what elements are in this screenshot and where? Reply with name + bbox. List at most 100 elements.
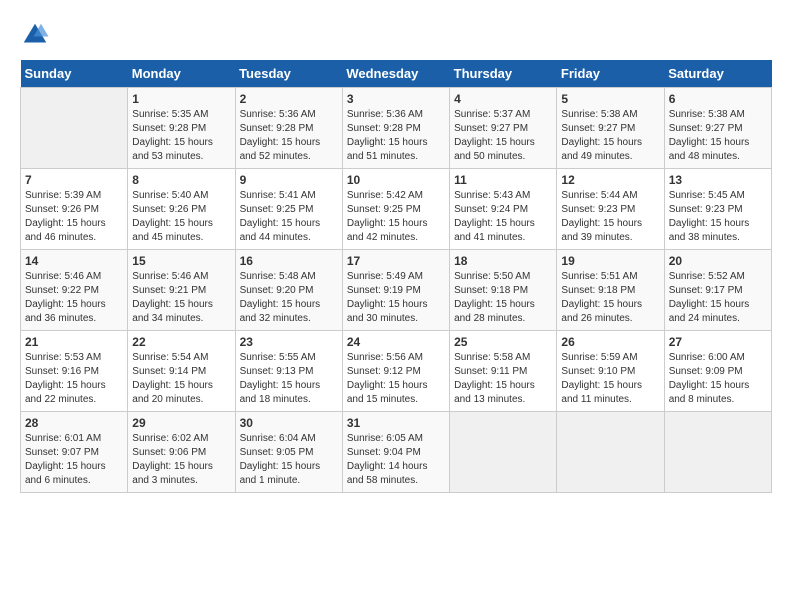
calendar-cell: 15 Sunrise: 5:46 AMSunset: 9:21 PMDaylig… — [128, 250, 235, 331]
day-number: 31 — [347, 416, 445, 430]
day-number: 22 — [132, 335, 230, 349]
day-info: Sunrise: 5:44 AMSunset: 9:23 PMDaylight:… — [561, 189, 659, 245]
calendar-cell: 12 Sunrise: 5:44 AMSunset: 9:23 PMDaylig… — [557, 169, 664, 250]
day-info: Sunrise: 5:46 AMSunset: 9:22 PMDaylight:… — [25, 270, 123, 326]
day-number: 8 — [132, 173, 230, 187]
calendar-cell: 26 Sunrise: 5:59 AMSunset: 9:10 PMDaylig… — [557, 331, 664, 412]
logo — [20, 20, 54, 50]
day-number: 1 — [132, 92, 230, 106]
day-number: 10 — [347, 173, 445, 187]
day-number: 25 — [454, 335, 552, 349]
calendar-cell: 30 Sunrise: 6:04 AMSunset: 9:05 PMDaylig… — [235, 412, 342, 493]
day-number: 2 — [240, 92, 338, 106]
day-info: Sunrise: 5:39 AMSunset: 9:26 PMDaylight:… — [25, 189, 123, 245]
calendar-cell: 1 Sunrise: 5:35 AMSunset: 9:28 PMDayligh… — [128, 88, 235, 169]
day-number: 16 — [240, 254, 338, 268]
day-number: 20 — [669, 254, 767, 268]
calendar-cell: 29 Sunrise: 6:02 AMSunset: 9:06 PMDaylig… — [128, 412, 235, 493]
day-number: 18 — [454, 254, 552, 268]
day-number: 23 — [240, 335, 338, 349]
day-info: Sunrise: 5:52 AMSunset: 9:17 PMDaylight:… — [669, 270, 767, 326]
calendar-cell: 31 Sunrise: 6:05 AMSunset: 9:04 PMDaylig… — [342, 412, 449, 493]
day-number: 27 — [669, 335, 767, 349]
day-number: 24 — [347, 335, 445, 349]
weekday-header: Saturday — [664, 60, 771, 88]
day-info: Sunrise: 6:01 AMSunset: 9:07 PMDaylight:… — [25, 432, 123, 488]
calendar-cell: 19 Sunrise: 5:51 AMSunset: 9:18 PMDaylig… — [557, 250, 664, 331]
weekday-header: Thursday — [450, 60, 557, 88]
weekday-header: Tuesday — [235, 60, 342, 88]
calendar-cell: 16 Sunrise: 5:48 AMSunset: 9:20 PMDaylig… — [235, 250, 342, 331]
day-info: Sunrise: 5:50 AMSunset: 9:18 PMDaylight:… — [454, 270, 552, 326]
day-number: 6 — [669, 92, 767, 106]
day-info: Sunrise: 6:05 AMSunset: 9:04 PMDaylight:… — [347, 432, 445, 488]
day-number: 13 — [669, 173, 767, 187]
day-number: 28 — [25, 416, 123, 430]
day-info: Sunrise: 5:46 AMSunset: 9:21 PMDaylight:… — [132, 270, 230, 326]
day-info: Sunrise: 5:59 AMSunset: 9:10 PMDaylight:… — [561, 351, 659, 407]
calendar-cell: 22 Sunrise: 5:54 AMSunset: 9:14 PMDaylig… — [128, 331, 235, 412]
calendar-cell: 13 Sunrise: 5:45 AMSunset: 9:23 PMDaylig… — [664, 169, 771, 250]
day-number: 12 — [561, 173, 659, 187]
day-info: Sunrise: 6:02 AMSunset: 9:06 PMDaylight:… — [132, 432, 230, 488]
weekday-header: Friday — [557, 60, 664, 88]
day-info: Sunrise: 5:35 AMSunset: 9:28 PMDaylight:… — [132, 108, 230, 164]
day-info: Sunrise: 5:36 AMSunset: 9:28 PMDaylight:… — [240, 108, 338, 164]
calendar-cell: 17 Sunrise: 5:49 AMSunset: 9:19 PMDaylig… — [342, 250, 449, 331]
calendar-cell: 14 Sunrise: 5:46 AMSunset: 9:22 PMDaylig… — [21, 250, 128, 331]
calendar-cell: 10 Sunrise: 5:42 AMSunset: 9:25 PMDaylig… — [342, 169, 449, 250]
day-info: Sunrise: 5:36 AMSunset: 9:28 PMDaylight:… — [347, 108, 445, 164]
day-number: 19 — [561, 254, 659, 268]
day-info: Sunrise: 5:37 AMSunset: 9:27 PMDaylight:… — [454, 108, 552, 164]
logo-icon — [20, 20, 50, 50]
calendar-cell: 27 Sunrise: 6:00 AMSunset: 9:09 PMDaylig… — [664, 331, 771, 412]
calendar-cell: 3 Sunrise: 5:36 AMSunset: 9:28 PMDayligh… — [342, 88, 449, 169]
calendar-week-row: 28 Sunrise: 6:01 AMSunset: 9:07 PMDaylig… — [21, 412, 772, 493]
day-info: Sunrise: 5:40 AMSunset: 9:26 PMDaylight:… — [132, 189, 230, 245]
calendar-cell: 6 Sunrise: 5:38 AMSunset: 9:27 PMDayligh… — [664, 88, 771, 169]
day-number: 21 — [25, 335, 123, 349]
day-info: Sunrise: 5:49 AMSunset: 9:19 PMDaylight:… — [347, 270, 445, 326]
calendar-cell: 28 Sunrise: 6:01 AMSunset: 9:07 PMDaylig… — [21, 412, 128, 493]
day-number: 29 — [132, 416, 230, 430]
day-number: 11 — [454, 173, 552, 187]
day-number: 5 — [561, 92, 659, 106]
day-number: 30 — [240, 416, 338, 430]
calendar-cell: 9 Sunrise: 5:41 AMSunset: 9:25 PMDayligh… — [235, 169, 342, 250]
calendar-cell — [21, 88, 128, 169]
day-info: Sunrise: 5:55 AMSunset: 9:13 PMDaylight:… — [240, 351, 338, 407]
day-info: Sunrise: 6:04 AMSunset: 9:05 PMDaylight:… — [240, 432, 338, 488]
day-number: 26 — [561, 335, 659, 349]
day-info: Sunrise: 5:42 AMSunset: 9:25 PMDaylight:… — [347, 189, 445, 245]
calendar-cell: 7 Sunrise: 5:39 AMSunset: 9:26 PMDayligh… — [21, 169, 128, 250]
weekday-header: Sunday — [21, 60, 128, 88]
day-info: Sunrise: 5:54 AMSunset: 9:14 PMDaylight:… — [132, 351, 230, 407]
calendar-cell: 25 Sunrise: 5:58 AMSunset: 9:11 PMDaylig… — [450, 331, 557, 412]
calendar-cell — [664, 412, 771, 493]
day-info: Sunrise: 5:56 AMSunset: 9:12 PMDaylight:… — [347, 351, 445, 407]
calendar-cell: 21 Sunrise: 5:53 AMSunset: 9:16 PMDaylig… — [21, 331, 128, 412]
day-info: Sunrise: 6:00 AMSunset: 9:09 PMDaylight:… — [669, 351, 767, 407]
day-info: Sunrise: 5:58 AMSunset: 9:11 PMDaylight:… — [454, 351, 552, 407]
day-info: Sunrise: 5:51 AMSunset: 9:18 PMDaylight:… — [561, 270, 659, 326]
day-number: 9 — [240, 173, 338, 187]
calendar-week-row: 21 Sunrise: 5:53 AMSunset: 9:16 PMDaylig… — [21, 331, 772, 412]
calendar-cell: 24 Sunrise: 5:56 AMSunset: 9:12 PMDaylig… — [342, 331, 449, 412]
day-number: 7 — [25, 173, 123, 187]
day-number: 4 — [454, 92, 552, 106]
weekday-header-row: SundayMondayTuesdayWednesdayThursdayFrid… — [21, 60, 772, 88]
calendar-week-row: 1 Sunrise: 5:35 AMSunset: 9:28 PMDayligh… — [21, 88, 772, 169]
calendar-cell: 18 Sunrise: 5:50 AMSunset: 9:18 PMDaylig… — [450, 250, 557, 331]
calendar-cell: 8 Sunrise: 5:40 AMSunset: 9:26 PMDayligh… — [128, 169, 235, 250]
calendar-cell: 2 Sunrise: 5:36 AMSunset: 9:28 PMDayligh… — [235, 88, 342, 169]
weekday-header: Monday — [128, 60, 235, 88]
day-info: Sunrise: 5:53 AMSunset: 9:16 PMDaylight:… — [25, 351, 123, 407]
calendar-table: SundayMondayTuesdayWednesdayThursdayFrid… — [20, 60, 772, 493]
day-info: Sunrise: 5:43 AMSunset: 9:24 PMDaylight:… — [454, 189, 552, 245]
calendar-week-row: 14 Sunrise: 5:46 AMSunset: 9:22 PMDaylig… — [21, 250, 772, 331]
day-number: 14 — [25, 254, 123, 268]
day-info: Sunrise: 5:38 AMSunset: 9:27 PMDaylight:… — [669, 108, 767, 164]
calendar-cell: 4 Sunrise: 5:37 AMSunset: 9:27 PMDayligh… — [450, 88, 557, 169]
calendar-cell: 23 Sunrise: 5:55 AMSunset: 9:13 PMDaylig… — [235, 331, 342, 412]
day-number: 17 — [347, 254, 445, 268]
